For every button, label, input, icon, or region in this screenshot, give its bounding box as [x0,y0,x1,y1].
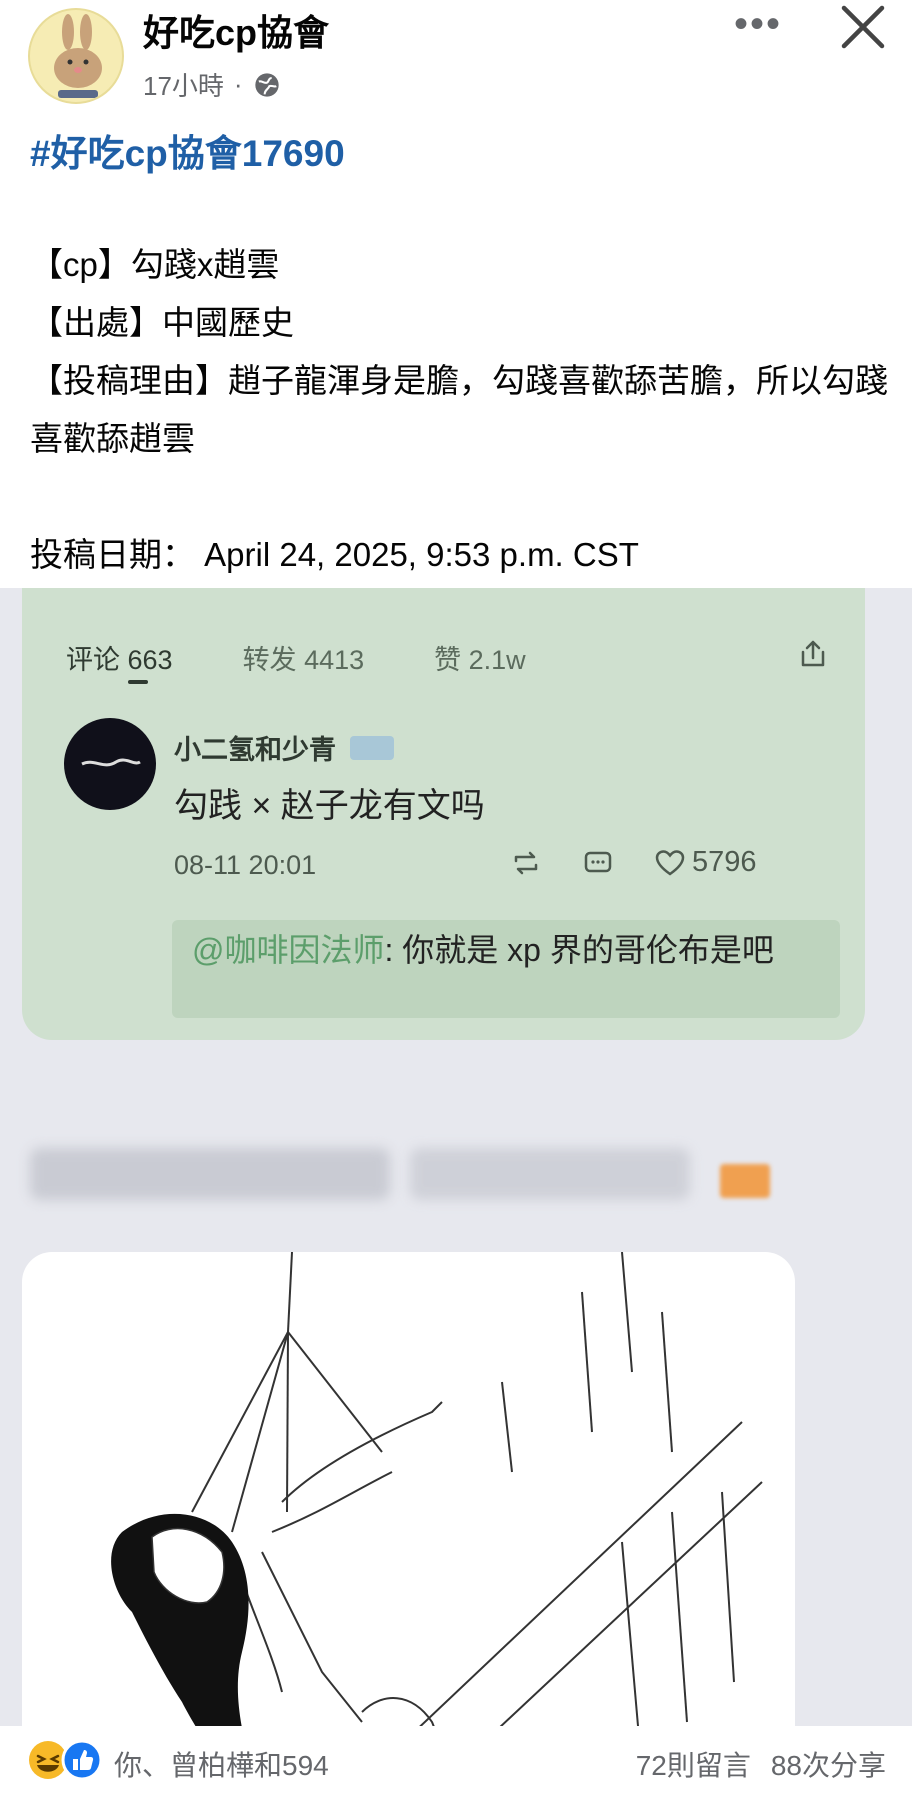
post-line-source: 【出處】中國歷史 [30,304,294,341]
weibo-likes-stat: 赞 2.1w [434,645,526,675]
reaction-icons[interactable] [28,1738,108,1782]
post-header: 好吃cp協會 17小時 · ••• [0,0,912,115]
weibo-comments-stat: 评论 663 [66,645,173,675]
post-body: #好吃cp協會17690 【cp】勾踐x趙雲 【出處】中國歷史 【投稿理由】趙子… [30,130,890,584]
post-hashtag[interactable]: #好吃cp協會17690 [30,130,890,178]
post-image[interactable]: 评论 663 转发 4413 赞 2.1w 小二氢和少青 勾践 × 赵子龙有文吗… [0,588,912,1726]
comment-bubble-icon [582,847,614,879]
comment-actions: 5796 [510,846,757,879]
engagement-counts: 72則留言 88次分享 [636,1744,886,1784]
page-name[interactable]: 好吃cp協會 [143,4,329,56]
comments-count[interactable]: 72則留言 [636,1744,751,1784]
weibo-stats-row: 评论 663 转发 4413 赞 2.1w [66,638,826,677]
reply-user: @咖啡因法师 [192,932,385,968]
globe-icon [254,72,279,97]
user-badge [350,735,394,760]
comment-date: 08-11 20:01 [174,850,317,880]
weibo-reposts-stat: 转发 4413 [242,645,365,675]
blurred-badge [720,1164,770,1198]
comment-text: 勾践 × 赵子龙有文吗 [174,787,485,825]
share-icon [801,640,825,667]
repost-icon [510,847,542,879]
weibo-screenshot-card: 评论 663 转发 4413 赞 2.1w 小二氢和少青 勾践 × 赵子龙有文吗… [22,588,865,1040]
commenter-avatar [64,718,156,810]
page-avatar[interactable] [28,8,124,104]
blurred-username [30,1148,770,1200]
more-options-icon[interactable]: ••• [734,4,782,44]
close-icon[interactable] [840,4,886,50]
post-line-cp: 【cp】勾踐x趙雲 [30,246,280,283]
shares-count[interactable]: 88次分享 [771,1744,886,1784]
reply-text: : 你就是 xp 界的哥伦布是吧 [384,932,774,968]
reply-box: @咖啡因法师: 你就是 xp 界的哥伦布是吧 [172,920,840,1018]
comment-like-count: 5796 [692,846,757,878]
line-art-illustration [22,1252,795,1726]
reactions-bar: 你、曾柏樺和594 72則留言 88次分享 [0,1726,912,1795]
commenter-name: 小二氢和少青 [174,728,394,767]
post-line-date: 投稿日期： April 24, 2025, 9:53 p.m. CST [30,536,639,573]
active-tab-underline [128,680,148,684]
meta-separator: · [233,69,243,99]
post-meta: 17小時 · [143,66,281,103]
rabbit-logo [54,14,102,98]
post-line-reason: 【投稿理由】趙子龍渾身是膽，勾踐喜歡舔苦膽，所以勾踐喜歡舔趙雲 [30,362,888,457]
heart-icon [655,849,685,876]
commenter-name-text: 小二氢和少青 [174,735,336,765]
post-time[interactable]: 17小時 [143,66,224,103]
comment-like: 5796 [654,846,757,879]
reaction-names[interactable]: 你、曾柏樺和594 [114,1744,329,1784]
